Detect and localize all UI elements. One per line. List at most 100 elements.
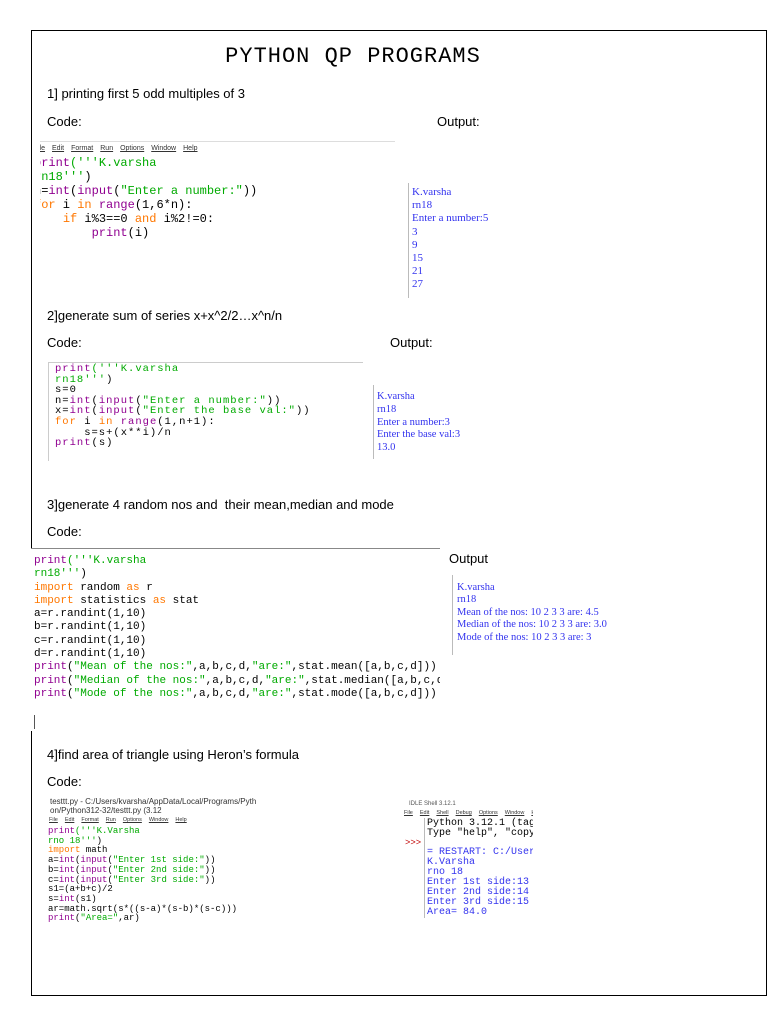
code-token: statistics <box>73 594 153 607</box>
menu-item[interactable]: Help <box>175 817 186 823</box>
code-token: )) <box>204 864 216 875</box>
code-token: "Median of the nos:" <box>73 674 206 687</box>
q3-heading: 3]generate 4 random nos and their mean,m… <box>47 497 394 512</box>
output-line: 13.0 <box>377 442 396 454</box>
code-token: r <box>139 581 153 594</box>
code-token: s= <box>48 893 59 904</box>
menu-item[interactable]: Debug <box>456 810 472 816</box>
output-line: Median of the nos: 10 2 3 3 are: 3.0 <box>457 619 607 631</box>
q4-menu: File Edit Format Run Options Window Help <box>49 817 194 823</box>
code-token: int <box>58 864 76 875</box>
code-token: random <box>73 581 127 594</box>
code-line: if i%3==0 and i%2!=0: <box>40 212 257 226</box>
code-token: i%2!=0: <box>156 212 215 226</box>
code-token: "are:" <box>265 674 305 687</box>
code-token: "Mode of the nos:" <box>73 687 193 700</box>
menu-item[interactable]: He <box>531 810 533 816</box>
page-title: PYTHON QP PROGRAMS <box>225 44 481 69</box>
menu-item[interactable]: Help <box>183 145 197 152</box>
shell-gutter-divider <box>424 818 425 918</box>
menu-item[interactable]: Format <box>81 817 98 823</box>
code-token: rn18''' <box>34 568 81 581</box>
code-line: rn18''') <box>55 374 311 386</box>
code-token: a=r.randint(1,10) <box>34 608 147 621</box>
code-token: import <box>48 845 81 856</box>
output-line: 3 <box>412 225 418 238</box>
code-token: ,a,b,c,d, <box>205 674 266 687</box>
code-line: print('''K.varsha <box>40 156 257 170</box>
q2-code: print('''K.varsha rn18''') s=0 n=int(input(… <box>55 364 311 449</box>
code-token: print <box>34 661 68 674</box>
menu-item[interactable]: Options <box>123 817 142 823</box>
code-line: import statistics as stat <box>34 595 440 608</box>
code-token: int <box>58 855 76 866</box>
menu-item[interactable]: Shell <box>436 810 448 816</box>
menu-item[interactable]: Format <box>71 145 93 152</box>
code-token: "Area=" <box>80 913 119 924</box>
q4-code: print('''K.Varsha rno 18''') import math a=… <box>48 826 237 924</box>
q3-code: print('''K.varsha rn18''') import random a… <box>34 555 440 701</box>
code-token: (s1) <box>75 893 97 904</box>
menu-item[interactable]: ile <box>40 145 45 152</box>
code-token: ) <box>80 568 87 581</box>
code-token: math <box>80 845 108 856</box>
code-token: ,stat.mean([a,b,c,d])) <box>291 661 437 674</box>
menu-item[interactable]: Window <box>151 145 176 152</box>
code-token: "are:" <box>251 687 292 700</box>
code-token: ('''K.varsha <box>70 156 157 170</box>
code-token: )) <box>204 874 216 885</box>
code-token: print <box>91 226 128 240</box>
code-token: rn18''' <box>40 170 85 184</box>
menu-item[interactable]: Run <box>100 145 113 152</box>
code-token: ) <box>96 835 103 846</box>
output-line: Type "help", "copy <box>427 828 533 839</box>
code-line: print("Median of the nos:",a,b,c,d,"are:… <box>34 675 440 688</box>
output-line: 21 <box>412 265 423 278</box>
code-token: print <box>34 674 68 687</box>
code-line: import random as r <box>34 582 440 595</box>
code-line: d=r.randint(1,10) <box>34 648 440 661</box>
code-token: stat <box>166 594 200 607</box>
code-token: ('''K.varsha <box>67 555 147 567</box>
code-token: import <box>34 594 74 607</box>
q1-output: K.varsha rn18 Enter a number:5 3 9 15 21 27 <box>412 186 488 292</box>
menu-item[interactable]: File <box>49 817 58 823</box>
code-token: ( <box>67 661 74 674</box>
code-line: print("Mode of the nos:",a,b,c,d,"are:",… <box>34 688 440 701</box>
code-line: n=int(input("Enter a number:")) <box>40 184 257 198</box>
menu-item[interactable]: Edit <box>420 810 429 816</box>
menu-item[interactable]: Edit <box>65 817 74 823</box>
menu-item[interactable]: Window <box>505 810 525 816</box>
code-line: print("Area=",ar) <box>48 913 237 924</box>
menu-item[interactable]: File <box>404 810 413 816</box>
output-line: K.varsha <box>377 391 415 402</box>
text-cursor <box>34 715 35 729</box>
code-token: ,stat.mode([a,b,c,d])) <box>291 687 437 700</box>
code-token: "Enter 1st side:" <box>112 855 205 866</box>
output-line: Enter the base val:3 <box>377 429 461 441</box>
q3-code-label: Code: <box>47 524 82 539</box>
menu-item[interactable]: Options <box>479 810 498 816</box>
code-token: for <box>40 198 56 212</box>
menu-item[interactable]: Run <box>106 817 116 823</box>
code-token: if <box>62 212 78 226</box>
menu-item[interactable]: Window <box>149 817 169 823</box>
output-line: K.varsha <box>412 186 452 198</box>
q4-shell-header: Python 3.12.1 (tag Type "help", "copy <box>427 819 533 839</box>
q1-code: print('''K.varsharn18''')n=int(input("En… <box>40 156 257 240</box>
code-token: as <box>126 581 140 594</box>
code-line: print('''K.varsha <box>34 555 440 568</box>
code-token: import <box>34 581 74 594</box>
q4-code-label: Code: <box>47 774 82 789</box>
q3-output: K.varsha rn18 Mean of the nos: 10 2 3 3 ar… <box>457 582 607 644</box>
code-token: in <box>77 198 92 212</box>
code-token: input <box>80 855 108 866</box>
code-token: int <box>48 184 71 198</box>
code-token: print <box>55 437 92 450</box>
q4-shell-title: IDLE Shell 3.12.1 <box>409 801 456 807</box>
q4-output: = RESTART: C:/User K.Varsha rno 18 Enter 1s… <box>427 848 533 918</box>
output-line: Enter a number:5 <box>412 212 489 225</box>
q1-output-label: Output: <box>437 114 480 129</box>
menu-item[interactable]: Edit <box>52 145 64 152</box>
menu-item[interactable]: Options <box>120 145 144 152</box>
